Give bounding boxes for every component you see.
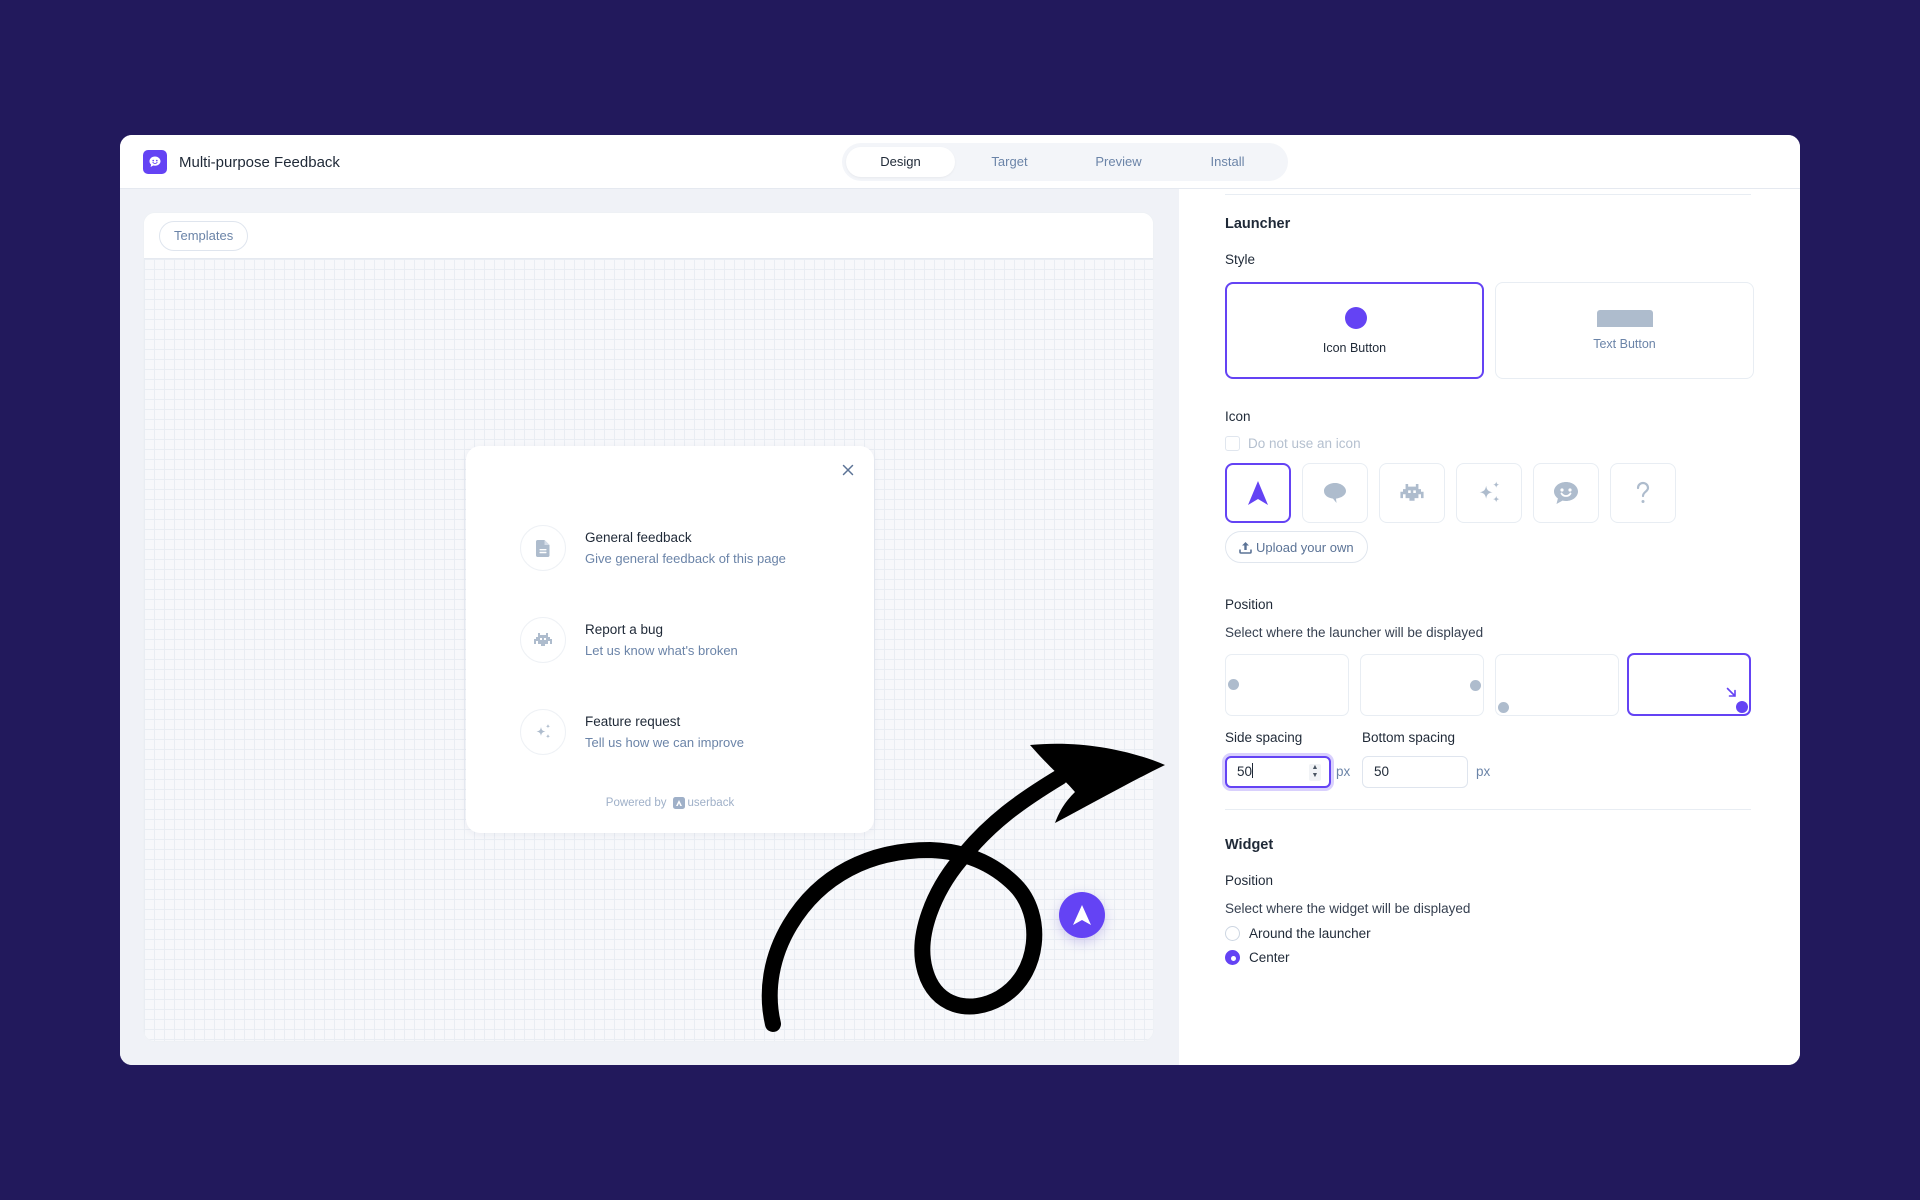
style-label-text: Icon Button [1322, 341, 1387, 355]
no-icon-option[interactable]: Do not use an icon [1225, 436, 1361, 451]
style-label-text: Text Button [1593, 337, 1656, 351]
widget-position-center[interactable]: Center [1225, 950, 1290, 965]
option-subtitle: Tell us how we can improve [585, 735, 744, 750]
launcher-position-label: Position [1225, 597, 1274, 612]
feedback-widget-preview: General feedback Give general feedback o… [466, 446, 874, 833]
launcher-position-helper: Select where the launcher will be displa… [1225, 625, 1484, 640]
launcher-button-preview[interactable] [1059, 892, 1105, 938]
bug-icon [1400, 484, 1424, 501]
tab-target[interactable]: Target [955, 147, 1064, 177]
launcher-heading: Launcher [1225, 216, 1291, 232]
bug-icon [520, 617, 566, 663]
question-mark-icon [1636, 481, 1650, 503]
bottom-spacing-value: 50 [1374, 764, 1390, 779]
icon-label: Icon [1225, 409, 1251, 424]
canvas-header: Templates [144, 213, 1153, 259]
radio-label: Around the launcher [1249, 926, 1371, 941]
widget-position-around-launcher[interactable]: Around the launcher [1225, 926, 1371, 941]
app-title: Multi-purpose Feedback [179, 153, 340, 171]
style-text-button[interactable]: Text Button [1495, 282, 1754, 379]
option-general-feedback[interactable]: General feedback Give general feedback o… [520, 523, 840, 573]
navigation-arrow-icon [1073, 905, 1091, 925]
widget-position-helper: Select where the widget will be displaye… [1225, 901, 1471, 916]
style-icon-button[interactable]: Icon Button [1225, 282, 1484, 379]
settings-panel: Launcher Style Icon Button Text Button I… [1179, 189, 1800, 1065]
tab-install[interactable]: Install [1173, 147, 1282, 177]
icon-option-bug[interactable] [1379, 463, 1445, 523]
side-spacing-value: 50 [1237, 764, 1253, 779]
userback-brand-name: userback [687, 797, 735, 809]
userback-brand[interactable]: userback [672, 797, 735, 809]
position-bottom-right[interactable] [1627, 653, 1751, 716]
side-spacing-stepper[interactable]: ▲ ▼ [1309, 764, 1321, 781]
document-icon [520, 525, 566, 571]
chat-smiley-logo-icon [143, 150, 167, 174]
option-subtitle: Give general feedback of this page [585, 551, 786, 566]
position-dot [1498, 702, 1509, 713]
side-spacing-unit: px [1336, 764, 1351, 779]
templates-button[interactable]: Templates [159, 221, 249, 251]
smiley-chat-icon [1554, 482, 1578, 504]
widget-heading: Widget [1225, 837, 1274, 853]
position-dot [1470, 680, 1481, 691]
position-middle-right[interactable] [1360, 654, 1484, 716]
close-icon[interactable] [840, 462, 856, 478]
option-subtitle: Let us know what's broken [585, 643, 738, 658]
style-label: Style [1225, 252, 1256, 267]
tab-design[interactable]: Design [846, 147, 955, 177]
navigation-arrow-icon [1248, 481, 1268, 505]
powered-by-label: Powered by [605, 797, 667, 809]
position-dot-selected [1736, 701, 1748, 713]
arrow-down-right-icon [1726, 687, 1736, 697]
icon-option-question-mark[interactable] [1610, 463, 1676, 523]
main-tabs: Design Target Preview Install [842, 143, 1288, 181]
no-icon-checkbox[interactable] [1225, 436, 1240, 451]
section-divider [1225, 809, 1751, 810]
widget-position-label: Position [1225, 873, 1274, 888]
bottom-spacing-label: Bottom spacing [1362, 730, 1456, 745]
upload-icon [1239, 541, 1252, 554]
powered-by: Powered by userback [466, 797, 874, 809]
icon-options [1225, 463, 1751, 523]
sparkles-icon [1479, 481, 1500, 503]
upload-icon-button[interactable]: Upload your own [1225, 531, 1368, 563]
icon-option-sparkles[interactable] [1456, 463, 1522, 523]
upload-label: Upload your own [1256, 539, 1354, 555]
tab-preview[interactable]: Preview [1064, 147, 1173, 177]
icon-option-smiley-chat[interactable] [1533, 463, 1599, 523]
top-bar: Multi-purpose Feedback Design Target Pre… [120, 135, 1800, 189]
app-window: Multi-purpose Feedback Design Target Pre… [120, 135, 1800, 1065]
icon-option-speech-bubble[interactable] [1302, 463, 1368, 523]
sparkles-icon [520, 709, 566, 755]
option-title: Feature request [585, 714, 681, 729]
icon-option-navigation-arrow[interactable] [1225, 463, 1291, 523]
position-middle-left[interactable] [1225, 654, 1349, 716]
position-dot [1228, 679, 1239, 690]
radio-button-selected[interactable] [1225, 950, 1240, 965]
text-button-preview-bar [1597, 310, 1653, 327]
brand: Multi-purpose Feedback [143, 150, 340, 174]
no-icon-label: Do not use an icon [1248, 436, 1361, 451]
userback-logo-icon [672, 797, 685, 809]
speech-bubble-icon [1324, 483, 1346, 503]
side-spacing-label: Side spacing [1225, 730, 1303, 745]
bottom-spacing-unit: px [1476, 764, 1491, 779]
section-divider [1225, 194, 1751, 195]
option-feature-request[interactable]: Feature request Tell us how we can impro… [520, 707, 840, 757]
option-title: General feedback [585, 530, 692, 545]
option-title: Report a bug [585, 622, 664, 637]
bottom-spacing-input[interactable]: 50 [1362, 756, 1468, 788]
position-bottom-left[interactable] [1495, 654, 1619, 716]
preview-canvas: Templates General feedback Give general … [143, 212, 1154, 1042]
radio-label: Center [1249, 950, 1290, 965]
radio-button[interactable] [1225, 926, 1240, 941]
option-report-bug[interactable]: Report a bug Let us know what's broken [520, 615, 840, 665]
preview-area: Templates General feedback Give general … [120, 189, 1179, 1065]
side-spacing-input[interactable]: 50 ▲ ▼ [1225, 756, 1331, 788]
icon-button-preview-circle [1345, 307, 1367, 329]
text-caret [1252, 763, 1254, 778]
